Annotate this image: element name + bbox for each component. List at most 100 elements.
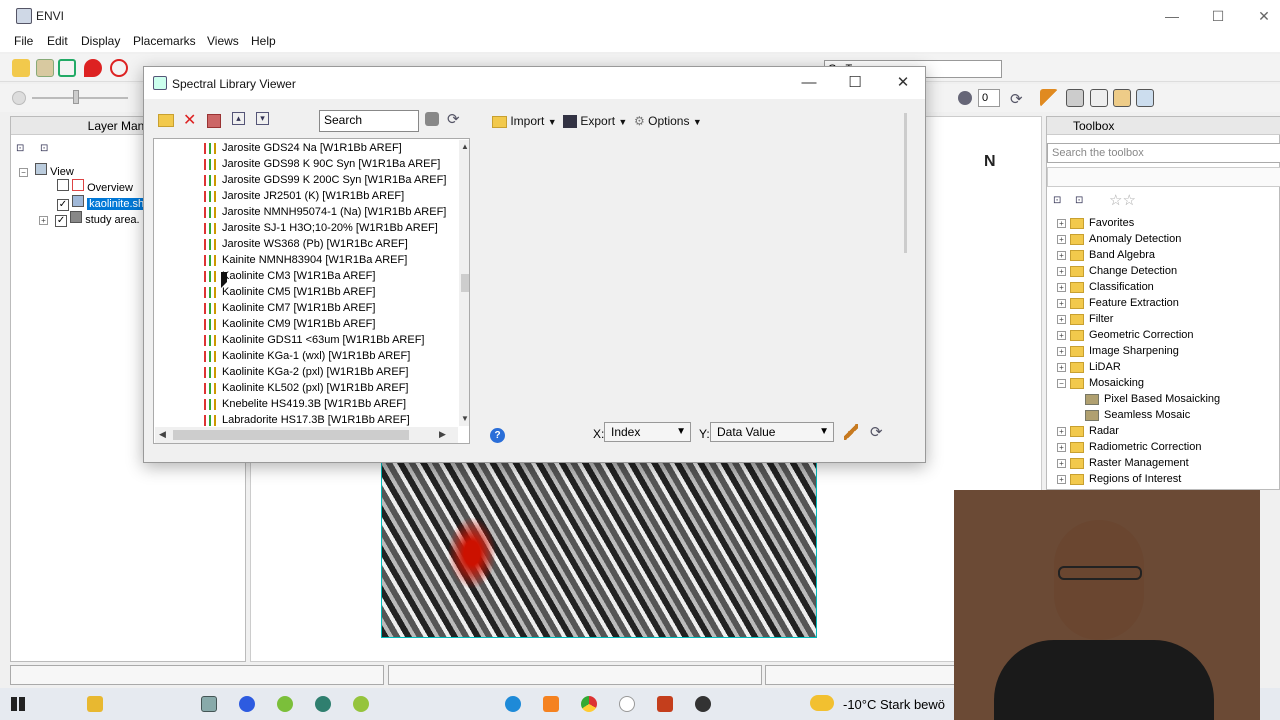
weather-text[interactable]: -10°C Stark bewö [843,697,945,712]
library-item[interactable]: Jarosite GDS99 K 200C Syn [W1R1Ba AREF] [204,172,446,188]
expand-icon[interactable]: + [1057,474,1066,484]
expand-icon[interactable]: + [1057,362,1066,372]
stretch-input[interactable]: 0 [978,89,1000,107]
envi-task-icon[interactable] [201,696,217,712]
library-refresh-icon[interactable]: ⟳ [447,110,460,128]
edge-browser-icon[interactable] [505,696,521,712]
toolbox-item[interactable]: + Filter [1057,311,1113,327]
crop-icon[interactable] [58,59,76,77]
expand-icon[interactable]: + [39,215,48,225]
collapse-icon[interactable]: − [1057,378,1066,388]
dialog-maximize-button[interactable]: ☐ [843,73,867,93]
toolbox-item[interactable]: + Geometric Correction [1057,327,1194,343]
library-item[interactable]: Kaolinite KL502 (pxl) [W1R1Bb AREF] [204,380,408,396]
library-item[interactable]: Jarosite GDS24 Na [W1R1Bb AREF] [204,140,402,156]
move-down-icon[interactable]: ▾ [256,112,269,125]
toolbox-item[interactable]: + Image Sharpening [1057,343,1179,359]
toolbox-item[interactable]: + Radar [1057,423,1119,439]
file-explorer-icon[interactable] [87,696,103,712]
library-search-input[interactable]: Search [319,110,419,132]
layer-item-overview[interactable]: Overview [57,179,133,195]
expand-icon[interactable]: + [1057,250,1066,260]
expand-icon[interactable]: + [1057,234,1066,244]
library-item[interactable]: Kaolinite CM9 [W1R1Bb AREF] [204,316,375,332]
library-item[interactable]: Labradorite HS17.3B [W1R1Bb AREF] [204,412,410,428]
crosshair-icon[interactable] [110,59,128,77]
expand-icon[interactable]: + [1057,330,1066,340]
matlab-icon[interactable] [543,696,559,712]
remove-all-icon[interactable] [207,114,221,128]
open-library-icon[interactable] [158,114,174,127]
obs-icon[interactable] [695,696,711,712]
dialog-close-button[interactable]: ✕ [891,73,915,93]
help-icon[interactable]: ? [490,428,505,443]
raster-image-display[interactable] [381,462,817,638]
open-file-icon[interactable] [12,59,30,77]
library-item[interactable]: Jarosite WS368 (Pb) [W1R1Bc AREF] [204,236,408,252]
library-item[interactable]: Kaolinite CM7 [W1R1Bb AREF] [204,300,375,316]
layer-item-study-area[interactable]: + study area. [39,211,140,227]
expand-icon[interactable]: + [1057,458,1066,468]
import-button[interactable]: Import ▼ [492,114,557,128]
move-up-icon[interactable]: ▴ [232,112,245,125]
zoom-out-icon[interactable] [12,91,26,105]
menu-help[interactable]: Help [251,34,276,48]
layer-icon[interactable] [1090,89,1108,107]
library-item[interactable]: Jarosite GDS98 K 90C Syn [W1R1Ba AREF] [204,156,440,172]
grid-icon[interactable] [1136,89,1154,107]
toolbox-item[interactable]: + Anomaly Detection [1057,231,1181,247]
toolbox-expand-icon[interactable]: ⊡ [1053,195,1061,206]
expand-icon[interactable]: + [1057,314,1066,324]
image-icon[interactable] [1066,89,1084,107]
windows-start-icon[interactable] [11,697,25,711]
menu-display[interactable]: Display [81,34,120,48]
qgis-desktop-icon[interactable] [315,696,331,712]
layer-checkbox[interactable] [57,199,69,211]
expand-all-icon[interactable]: ⊡ [16,143,24,154]
close-button[interactable]: ✕ [1252,6,1276,26]
y-axis-select[interactable]: Data Value ▼ [710,422,834,442]
horizontal-scroll-thumb[interactable] [173,430,409,440]
x-axis-select[interactable]: Index ▼ [604,422,691,442]
expand-icon[interactable]: + [1057,442,1066,452]
plot-splitter[interactable] [904,113,907,253]
library-item[interactable]: Kaolinite CM3 [W1R1Ba AREF] [204,268,375,284]
powerpoint-icon[interactable] [657,696,673,712]
library-item[interactable]: Knebelite HS419.3B [W1R1Bb AREF] [204,396,406,412]
library-item[interactable]: Kaolinite GDS11 <63um [W1R1Bb AREF] [204,332,424,348]
toolbox-item[interactable]: + Change Detection [1057,263,1177,279]
expand-icon[interactable]: + [1057,266,1066,276]
library-item[interactable]: Jarosite JR2501 (K) [W1R1Bb AREF] [204,188,404,204]
binoculars-icon[interactable] [425,112,439,126]
library-item[interactable]: Jarosite SJ-1 H3O;10-20% [W1R1Bb AREF] [204,220,438,236]
qgis-icon[interactable] [277,696,293,712]
options-button[interactable]: ⚙ Options ▼ [634,114,702,128]
brightness-slider[interactable] [32,97,128,99]
scroll-right-arrow-icon[interactable]: ▶ [439,429,446,440]
scroll-down-arrow-icon[interactable]: ▼ [461,414,469,423]
expand-icon[interactable]: + [1057,218,1066,228]
toolbox-item[interactable]: + Radiometric Correction [1057,439,1201,455]
toolbox-item[interactable]: + Raster Management [1057,455,1189,471]
clipboard-icon[interactable] [36,59,54,77]
refresh-icon[interactable]: ⟳ [1010,90,1023,108]
menu-placemarks[interactable]: Placemarks [133,34,196,48]
toolbox-item[interactable]: + Classification [1057,279,1154,295]
overlay-icon[interactable] [1113,89,1131,107]
toolbox-collapse-icon[interactable]: ⊡ [1075,195,1083,206]
toolbox-item[interactable]: + Regions of Interest [1057,471,1181,487]
chrome-icon[interactable] [581,696,597,712]
export-button[interactable]: Export ▼ [563,114,627,129]
dialog-minimize-button[interactable]: — [797,73,821,93]
library-item[interactable]: Jarosite NMNH95074-1 (Na) [W1R1Bb AREF] [204,204,446,220]
vertical-scrollbar[interactable]: ▲ ▼ [459,140,469,426]
toolbox-item[interactable]: Pixel Based Mosaicking [1085,391,1220,407]
library-item[interactable]: Kaolinite KGa-1 (wxl) [W1R1Bb AREF] [204,348,410,364]
scroll-up-arrow-icon[interactable]: ▲ [461,142,469,151]
menu-edit[interactable]: Edit [47,34,68,48]
plot-refresh-icon[interactable]: ⟳ [870,423,883,441]
layer-checkbox[interactable] [55,215,68,227]
favorite-star-icon[interactable]: ☆☆ [1109,191,1136,209]
library-item[interactable]: Kaolinite KGa-2 (pxl) [W1R1Bb AREF] [204,364,408,380]
toolbox-item[interactable]: Seamless Mosaic [1085,407,1190,423]
